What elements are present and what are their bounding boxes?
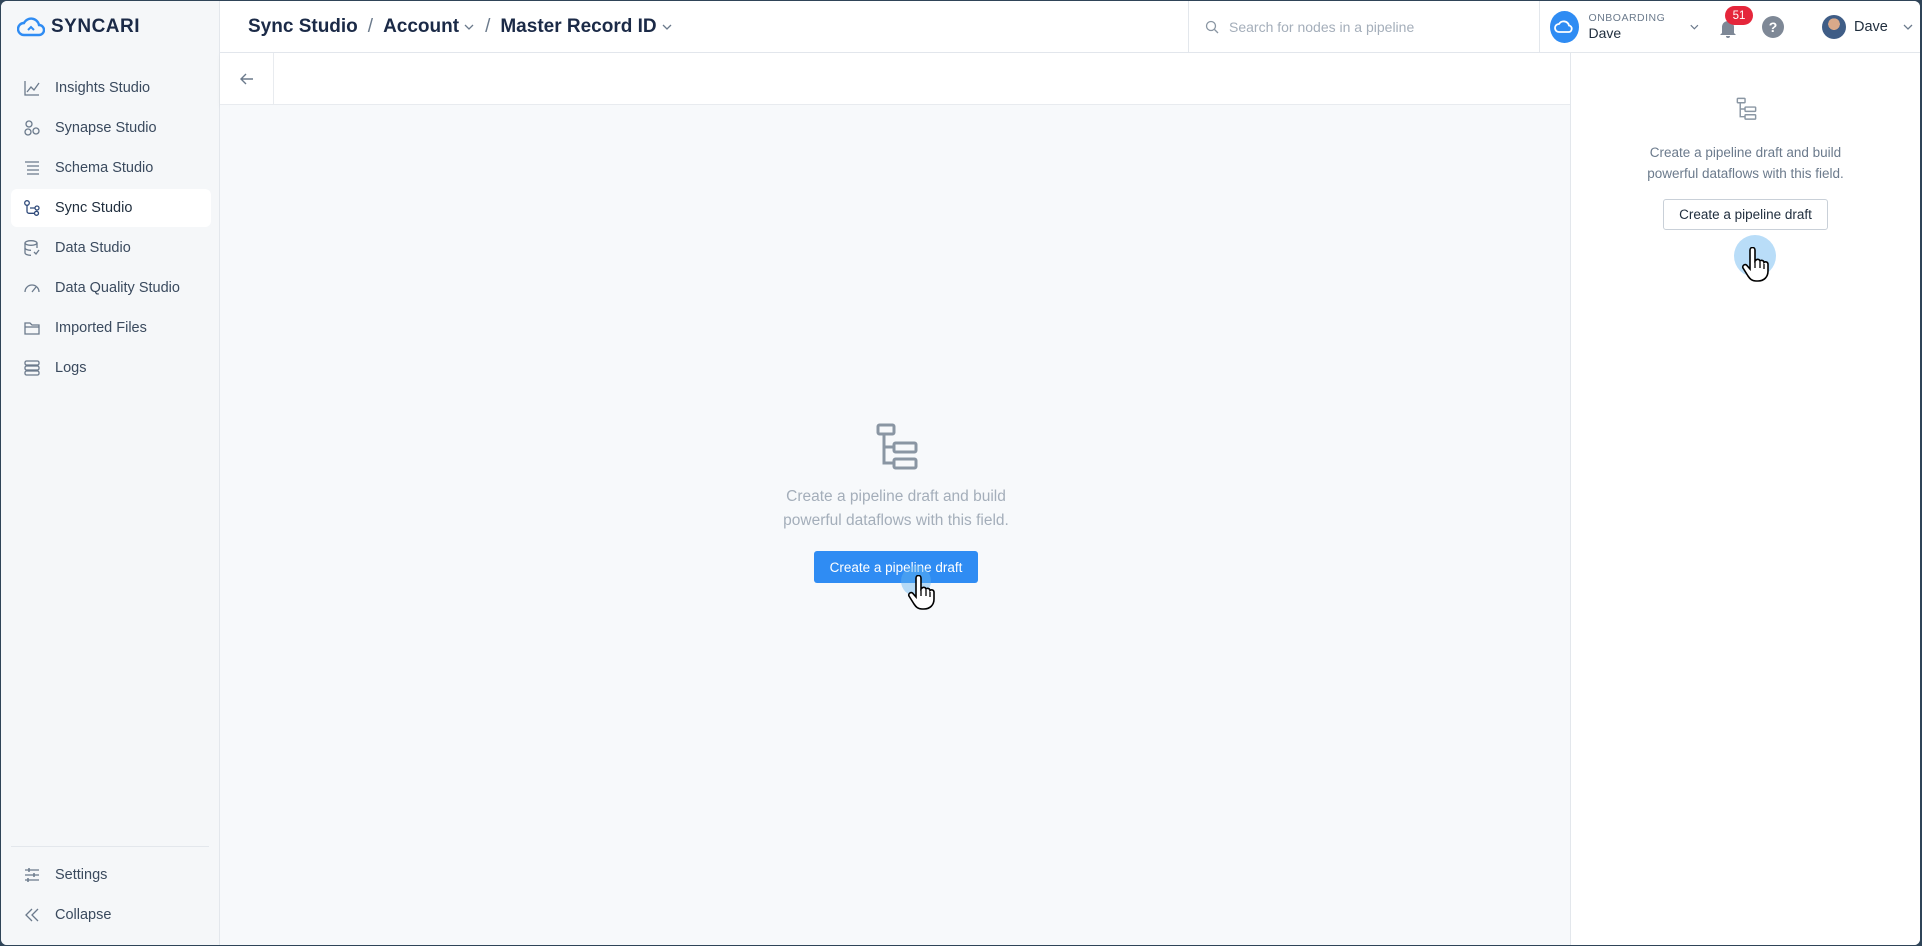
sidebar-item-label: Logs xyxy=(55,360,87,376)
empty-state: Create a pipeline draft and build powerf… xyxy=(756,423,1036,584)
chevron-down-icon xyxy=(662,24,672,30)
org-switcher[interactable]: ONBOARDING Dave xyxy=(1550,8,1700,46)
user-name: Dave xyxy=(1854,19,1888,35)
sliders-icon xyxy=(25,868,39,882)
database-icon xyxy=(24,240,40,256)
double-chevron-left-icon xyxy=(25,908,39,922)
sidebar-item-schema-studio[interactable]: Schema Studio xyxy=(11,149,211,187)
breadcrumb: Sync Studio / Account / Master Record ID xyxy=(248,1,673,53)
search-bar xyxy=(1188,1,1540,53)
org-cloud-icon xyxy=(1550,11,1579,43)
gauge-icon xyxy=(24,284,40,293)
sidebar-item-label: Schema Studio xyxy=(55,160,154,176)
field-detail-panel: Create a pipeline draft and build powerf… xyxy=(1570,53,1920,945)
sidebar-item-synapse-studio[interactable]: Synapse Studio xyxy=(11,109,211,147)
sidebar-item-label: Insights Studio xyxy=(55,80,151,96)
pipeline-tree-icon xyxy=(1736,97,1756,120)
org-text: ONBOARDING Dave xyxy=(1589,12,1666,41)
search-icon xyxy=(1205,20,1219,34)
user-menu[interactable]: Dave xyxy=(1822,13,1914,41)
org-name: Dave xyxy=(1588,24,1622,41)
pipeline-tree-icon xyxy=(876,423,918,470)
collapse-button[interactable]: Collapse xyxy=(11,896,211,934)
schema-list-icon xyxy=(25,161,39,175)
panel-create-pipeline-draft-button[interactable]: Create a pipeline draft xyxy=(1663,198,1828,230)
sidebar-item-data-quality-studio[interactable]: Data Quality Studio xyxy=(11,269,211,307)
breadcrumb-root[interactable]: Sync Studio xyxy=(248,16,358,38)
pipeline-canvas: Create a pipeline draft and build powerf… xyxy=(220,105,1570,945)
org-label: ONBOARDING xyxy=(1588,12,1666,25)
sidebar-item-label: Synapse Studio xyxy=(55,120,157,136)
arrow-left-icon xyxy=(239,73,253,85)
syncari-logo[interactable]: SYNCARI xyxy=(17,15,140,39)
click-indicator xyxy=(1734,235,1776,277)
chevron-down-icon xyxy=(464,24,474,30)
empty-state-text-line2: powerful dataflows with this field. xyxy=(783,512,1009,530)
chevron-down-icon xyxy=(1903,24,1913,30)
brand-name: SYNCARI xyxy=(51,16,141,37)
sidebar-item-sync-studio[interactable]: Sync Studio xyxy=(11,189,211,227)
breadcrumb-field-dropdown[interactable]: Master Record ID xyxy=(500,16,672,38)
logs-icon xyxy=(24,360,40,376)
breadcrumb-entity-dropdown[interactable]: Account xyxy=(383,16,475,38)
sidebar-item-label: Imported Files xyxy=(55,320,147,336)
sidebar-item-data-studio[interactable]: Data Studio xyxy=(11,229,211,267)
create-pipeline-draft-button[interactable]: Create a pipeline draft xyxy=(813,551,979,584)
breadcrumb-field-label: Master Record ID xyxy=(500,16,657,37)
empty-state-text-line1: Create a pipeline draft and build xyxy=(786,488,1006,505)
breadcrumb-separator: / xyxy=(367,16,374,37)
sidebar-footer: Settings Collapse xyxy=(11,856,211,936)
sidebar-item-logs[interactable]: Logs xyxy=(11,349,211,387)
sidebar-item-imported-files[interactable]: Imported Files xyxy=(11,309,211,347)
breadcrumb-separator: / xyxy=(485,16,491,37)
sidebar-item-label: Data Quality Studio xyxy=(55,280,180,296)
canvas-toolbar xyxy=(220,53,1570,105)
panel-empty-state: Create a pipeline draft and build powerf… xyxy=(1571,97,1920,230)
panel-empty-text-line2: powerful dataflows with this field. xyxy=(1647,165,1844,181)
panel-empty-text-line1: Create a pipeline draft and build xyxy=(1649,145,1842,160)
chart-line-icon xyxy=(24,81,40,96)
cloud-logo-icon xyxy=(17,17,45,37)
sidebar-item-insights-studio[interactable]: Insights Studio xyxy=(11,69,211,107)
search-input[interactable] xyxy=(1229,19,1519,35)
sidebar-item-settings[interactable]: Settings xyxy=(11,856,211,894)
sidebar-item-label: Data Studio xyxy=(55,240,131,256)
breadcrumb-entity-label: Account xyxy=(383,16,460,37)
sidebar-nav: Insights Studio Synapse Studio Schema St… xyxy=(11,69,211,389)
sidebar: SYNCARI Insights Studio Synapse Studio S… xyxy=(1,1,220,945)
collapse-label: Collapse xyxy=(55,907,112,923)
top-bar: Sync Studio / Account / Master Record ID… xyxy=(220,1,1920,53)
sync-flow-icon xyxy=(24,200,40,216)
back-button[interactable] xyxy=(220,53,274,105)
settings-label: Settings xyxy=(55,867,108,883)
notification-badge: 51 xyxy=(1725,6,1753,25)
app-window: SYNCARI Insights Studio Synapse Studio S… xyxy=(1,1,1920,945)
help-icon[interactable]: ? xyxy=(1762,16,1784,38)
avatar xyxy=(1822,15,1846,39)
sidebar-divider xyxy=(11,846,209,847)
folder-icon xyxy=(24,322,40,335)
chevron-down-icon xyxy=(1690,24,1699,30)
sidebar-item-label: Sync Studio xyxy=(55,200,133,216)
nodes-icon xyxy=(24,120,40,136)
click-indicator xyxy=(901,566,931,596)
